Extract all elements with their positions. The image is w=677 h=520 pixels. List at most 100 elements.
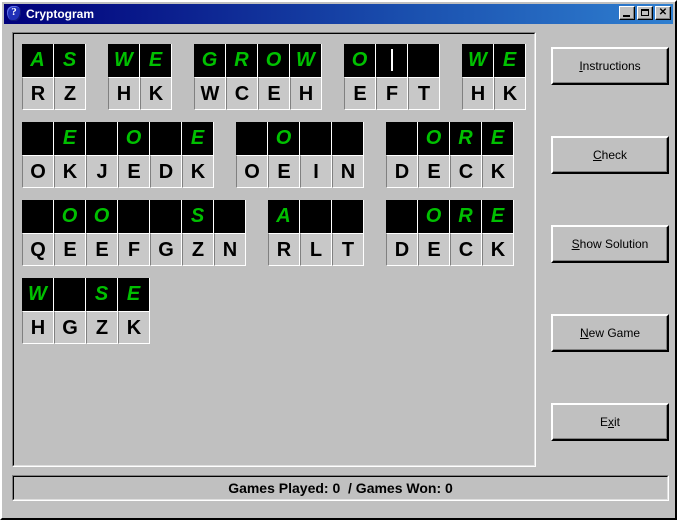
exit-button[interactable]: Exit xyxy=(551,403,669,441)
puzzle-cell-pair[interactable]: J xyxy=(86,122,118,188)
check-button[interactable]: Check xyxy=(551,136,669,174)
minimize-button[interactable] xyxy=(619,6,635,20)
solution-cell[interactable] xyxy=(332,200,364,233)
solution-cell[interactable]: A xyxy=(268,200,300,233)
puzzle-cell-pair[interactable]: OE xyxy=(258,44,290,110)
puzzle-cell-pair[interactable]: RC xyxy=(450,200,482,266)
puzzle-cell-pair[interactable]: SZ xyxy=(86,278,118,344)
solution-cell[interactable] xyxy=(54,278,86,311)
puzzle-cell-pair[interactable]: RC xyxy=(450,122,482,188)
solution-cell[interactable]: O xyxy=(54,200,86,233)
puzzle-cell-pair[interactable]: D xyxy=(150,122,182,188)
solution-cell[interactable]: O xyxy=(418,200,450,233)
solution-cell[interactable] xyxy=(332,122,364,155)
solution-cell[interactable]: R xyxy=(226,44,258,77)
solution-cell[interactable]: R xyxy=(450,122,482,155)
puzzle-cell-pair[interactable]: T xyxy=(332,200,364,266)
new-game-button[interactable]: New Game xyxy=(551,314,669,352)
solution-cell[interactable]: E xyxy=(482,122,514,155)
solution-cell[interactable]: E xyxy=(494,44,526,77)
puzzle-cell-pair[interactable]: WH xyxy=(462,44,494,110)
solution-cell[interactable] xyxy=(22,122,54,155)
solution-cell[interactable]: S xyxy=(54,44,86,77)
close-button[interactable]: ✕ xyxy=(655,6,671,20)
puzzle-cell-pair[interactable]: WH xyxy=(108,44,140,110)
solution-cell[interactable]: E xyxy=(140,44,172,77)
solution-cell[interactable]: W xyxy=(462,44,494,77)
puzzle-cell-pair[interactable]: RC xyxy=(226,44,258,110)
cipher-letter-cell: E xyxy=(118,155,150,188)
solution-cell[interactable]: E xyxy=(482,200,514,233)
solution-cell[interactable] xyxy=(376,44,408,77)
solution-cell[interactable]: E xyxy=(54,122,86,155)
solution-cell[interactable] xyxy=(300,200,332,233)
solution-cell[interactable] xyxy=(236,122,268,155)
puzzle-cell-pair[interactable]: SZ xyxy=(54,44,86,110)
puzzle-cell-pair[interactable]: OE xyxy=(86,200,118,266)
solution-cell[interactable]: S xyxy=(86,278,118,311)
instructions-button[interactable]: Instructions xyxy=(551,47,669,85)
solution-cell[interactable]: O xyxy=(258,44,290,77)
puzzle-cell-pair[interactable]: T xyxy=(408,44,440,110)
puzzle-cell-pair[interactable]: F xyxy=(376,44,408,110)
solution-cell[interactable] xyxy=(386,122,418,155)
solution-cell[interactable]: R xyxy=(450,200,482,233)
solution-cell[interactable] xyxy=(214,200,246,233)
solution-cell[interactable]: O xyxy=(268,122,300,155)
solution-cell[interactable]: O xyxy=(418,122,450,155)
puzzle-cell-pair[interactable]: I xyxy=(300,122,332,188)
solution-cell[interactable]: O xyxy=(86,200,118,233)
puzzle-cell-pair[interactable]: EK xyxy=(482,200,514,266)
puzzle-cell-pair[interactable]: OE xyxy=(418,122,450,188)
puzzle-cell-pair[interactable]: L xyxy=(300,200,332,266)
solution-cell[interactable]: O xyxy=(118,122,150,155)
puzzle-cell-pair[interactable]: EK xyxy=(140,44,172,110)
solution-cell[interactable]: W xyxy=(290,44,322,77)
puzzle-cell-pair[interactable]: OE xyxy=(268,122,300,188)
solution-cell[interactable]: W xyxy=(22,278,54,311)
solution-cell[interactable] xyxy=(118,200,150,233)
puzzle-cell-pair[interactable]: EK xyxy=(482,122,514,188)
maximize-button[interactable] xyxy=(637,6,653,20)
solution-cell[interactable] xyxy=(408,44,440,77)
solution-cell[interactable]: S xyxy=(182,200,214,233)
puzzle-cell-pair[interactable]: EK xyxy=(118,278,150,344)
puzzle-cell-pair[interactable]: OE xyxy=(344,44,376,110)
puzzle-grid[interactable]: ARSZWHEKGWRCOEWHOEFTWHEKOEKJOEDEKOOEINDO… xyxy=(13,33,535,466)
solution-cell[interactable] xyxy=(386,200,418,233)
solution-cell[interactable]: W xyxy=(108,44,140,77)
puzzle-cell-pair[interactable]: SZ xyxy=(182,200,214,266)
puzzle-cell-pair[interactable]: OE xyxy=(418,200,450,266)
solution-cell[interactable]: A xyxy=(22,44,54,77)
solution-cell[interactable]: O xyxy=(344,44,376,77)
puzzle-cell-pair[interactable]: N xyxy=(332,122,364,188)
puzzle-cell-pair[interactable]: GW xyxy=(194,44,226,110)
solution-cell[interactable] xyxy=(22,200,54,233)
puzzle-cell-pair[interactable]: EK xyxy=(494,44,526,110)
solution-cell[interactable]: E xyxy=(182,122,214,155)
solution-cell[interactable] xyxy=(150,200,182,233)
puzzle-cell-pair[interactable]: AR xyxy=(22,44,54,110)
puzzle-cell-pair[interactable]: EK xyxy=(182,122,214,188)
solution-cell[interactable] xyxy=(86,122,118,155)
solution-cell[interactable] xyxy=(300,122,332,155)
puzzle-cell-pair[interactable]: WH xyxy=(290,44,322,110)
puzzle-cell-pair[interactable]: OE xyxy=(118,122,150,188)
puzzle-cell-pair[interactable]: D xyxy=(386,122,418,188)
puzzle-cell-pair[interactable]: G xyxy=(150,200,182,266)
puzzle-cell-pair[interactable]: D xyxy=(386,200,418,266)
solution-cell[interactable] xyxy=(150,122,182,155)
puzzle-cell-pair[interactable]: N xyxy=(214,200,246,266)
puzzle-cell-pair[interactable]: O xyxy=(22,122,54,188)
solution-cell[interactable]: E xyxy=(118,278,150,311)
puzzle-cell-pair[interactable]: AR xyxy=(268,200,300,266)
puzzle-cell-pair[interactable]: EK xyxy=(54,122,86,188)
puzzle-cell-pair[interactable]: OE xyxy=(54,200,86,266)
show-solution-button[interactable]: Show Solution xyxy=(551,225,669,263)
puzzle-cell-pair[interactable]: O xyxy=(236,122,268,188)
puzzle-cell-pair[interactable]: G xyxy=(54,278,86,344)
puzzle-cell-pair[interactable]: F xyxy=(118,200,150,266)
solution-cell[interactable]: G xyxy=(194,44,226,77)
puzzle-cell-pair[interactable]: Q xyxy=(22,200,54,266)
puzzle-cell-pair[interactable]: WH xyxy=(22,278,54,344)
